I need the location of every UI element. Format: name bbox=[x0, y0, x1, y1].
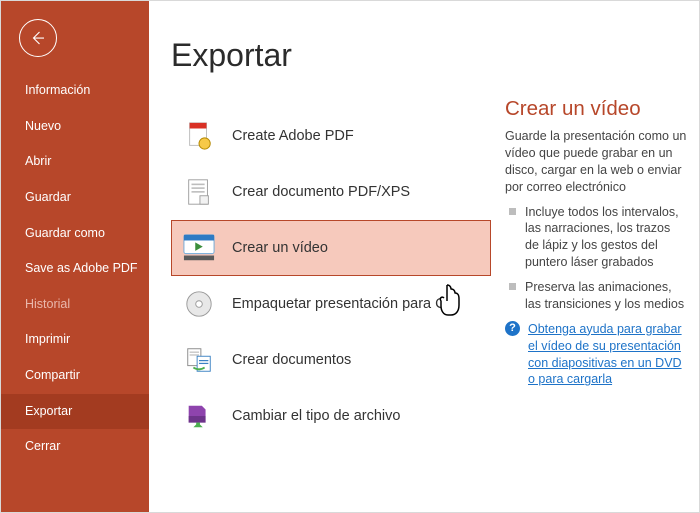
sidebar-item-label: Compartir bbox=[25, 368, 80, 382]
option-label: Create Adobe PDF bbox=[232, 127, 354, 145]
option-create-video[interactable]: Crear un vídeo bbox=[171, 220, 491, 276]
help-row: ? Obtenga ayuda para grabar el vídeo de … bbox=[505, 321, 687, 389]
backstage-export-view: Información Nuevo Abrir Guardar Guardar … bbox=[0, 0, 700, 513]
option-label: Crear documentos bbox=[232, 351, 351, 369]
sidebar-item-guardar-como[interactable]: Guardar como bbox=[1, 216, 149, 252]
adobe-pdf-icon bbox=[182, 119, 216, 153]
panel-title: Crear un vídeo bbox=[505, 97, 687, 121]
sidebar-item-label: Exportar bbox=[25, 404, 72, 418]
backstage-sidebar: Información Nuevo Abrir Guardar Guardar … bbox=[1, 1, 149, 512]
option-label: Crear un vídeo bbox=[232, 239, 328, 257]
cd-icon bbox=[182, 287, 216, 321]
sidebar-item-cerrar[interactable]: Cerrar bbox=[1, 429, 149, 465]
bullet-text: Incluye todos los intervalos, las narrac… bbox=[525, 204, 687, 272]
sidebar-item-guardar[interactable]: Guardar bbox=[1, 180, 149, 216]
sidebar-item-compartir[interactable]: Compartir bbox=[1, 358, 149, 394]
panel-bullet: Preserva las animaciones, las transicion… bbox=[505, 279, 687, 313]
help-icon: ? bbox=[505, 321, 520, 336]
main-content: Exportar Create Adobe PDF Crear document… bbox=[149, 1, 699, 512]
square-bullet-icon bbox=[509, 208, 516, 215]
option-package-for-cd[interactable]: Empaquetar presentación para CD bbox=[171, 276, 491, 332]
option-label: Empaquetar presentación para CD bbox=[232, 295, 456, 313]
export-options-column: Exportar Create Adobe PDF Crear document… bbox=[171, 37, 491, 512]
sidebar-item-imprimir[interactable]: Imprimir bbox=[1, 322, 149, 358]
option-create-handouts[interactable]: Crear documentos bbox=[171, 332, 491, 388]
option-create-pdf-xps[interactable]: Crear documento PDF/XPS bbox=[171, 164, 491, 220]
bullet-text: Preserva las animaciones, las transicion… bbox=[525, 279, 687, 313]
arrow-left-icon bbox=[29, 29, 47, 47]
panel-intro: Guarde la presentación como un vídeo que… bbox=[505, 128, 687, 196]
sidebar-item-label: Imprimir bbox=[25, 332, 70, 346]
sidebar-item-save-as-adobe-pdf[interactable]: Save as Adobe PDF bbox=[1, 251, 149, 287]
sidebar-item-exportar[interactable]: Exportar bbox=[1, 394, 149, 430]
back-button[interactable] bbox=[19, 19, 57, 57]
file-type-icon bbox=[182, 399, 216, 433]
sidebar-item-label: Guardar como bbox=[25, 226, 105, 240]
details-panel: Crear un vídeo Guarde la presentación co… bbox=[491, 37, 687, 512]
help-link[interactable]: Obtenga ayuda para grabar el vídeo de su… bbox=[528, 321, 687, 389]
sidebar-item-label: Save as Adobe PDF bbox=[25, 261, 138, 275]
option-create-adobe-pdf[interactable]: Create Adobe PDF bbox=[171, 108, 491, 164]
sidebar-item-abrir[interactable]: Abrir bbox=[1, 144, 149, 180]
video-icon bbox=[182, 231, 216, 265]
sidebar-item-label: Guardar bbox=[25, 190, 71, 204]
option-change-file-type[interactable]: Cambiar el tipo de archivo bbox=[171, 388, 491, 444]
sidebar-item-label: Cerrar bbox=[25, 439, 60, 453]
option-label: Cambiar el tipo de archivo bbox=[232, 407, 400, 425]
page-title: Exportar bbox=[171, 37, 491, 74]
pdf-xps-icon bbox=[182, 175, 216, 209]
sidebar-item-label: Información bbox=[25, 83, 90, 97]
sidebar-item-label: Abrir bbox=[25, 154, 51, 168]
sidebar-item-label: Nuevo bbox=[25, 119, 61, 133]
sidebar-item-label: Historial bbox=[25, 297, 70, 311]
panel-bullet: Incluye todos los intervalos, las narrac… bbox=[505, 204, 687, 272]
square-bullet-icon bbox=[509, 283, 516, 290]
sidebar-item-nuevo[interactable]: Nuevo bbox=[1, 109, 149, 145]
sidebar-item-informacion[interactable]: Información bbox=[1, 73, 149, 109]
panel-bullet-list: Incluye todos los intervalos, las narrac… bbox=[505, 204, 687, 313]
handouts-icon bbox=[182, 343, 216, 377]
sidebar-item-historial: Historial bbox=[1, 287, 149, 323]
option-label: Crear documento PDF/XPS bbox=[232, 183, 410, 201]
